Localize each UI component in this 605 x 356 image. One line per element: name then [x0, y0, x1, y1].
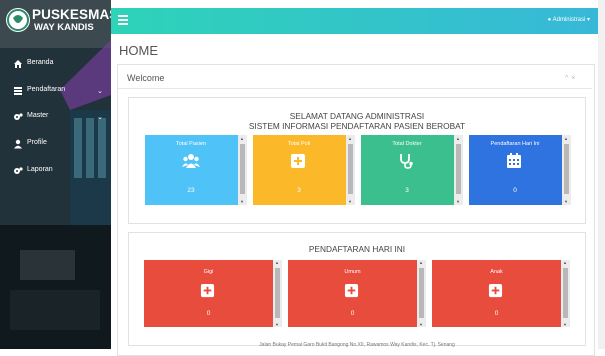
welcome-subheading: SISTEM INFORMASI PENDAFTARAN PASIEN BERO…: [248, 121, 466, 131]
stat-tile-pendaftaran-hari-ini[interactable]: Pendaftaran Hari Ini 0 ▲ ▼: [469, 135, 571, 205]
sidebar-item-pendaftaran[interactable]: Pendaftaran ⌄: [0, 81, 111, 103]
calendar-icon: [507, 153, 521, 168]
gears-icon: [14, 167, 23, 174]
user-icon: ●: [547, 17, 552, 23]
footer-address: Jalan Bukay Pemai Garo Bukit Bangong No.…: [259, 342, 455, 348]
today-tile-anak[interactable]: Anak 0 ▲ ▼: [432, 260, 570, 327]
home-icon: [14, 60, 22, 68]
sidebar-item-beranda[interactable]: Beranda: [0, 54, 111, 76]
today-heading: PENDAFTARAN HARI INI: [308, 244, 406, 254]
panel-controls: ^×: [565, 75, 578, 82]
sidebar-item-profile[interactable]: Profile: [0, 134, 111, 156]
chevron-down-icon: ⌄: [97, 88, 103, 95]
today-tile-umum[interactable]: Umum 0 ▲ ▼: [288, 260, 426, 327]
stat-tile-total-poli[interactable]: Total Poli 3 ▲ ▼: [253, 135, 355, 205]
welcome-heading: SELAMAT DATANG ADMINISTRASI: [289, 111, 425, 121]
close-icon[interactable]: ×: [571, 75, 578, 82]
stat-value: 0: [513, 187, 517, 194]
users-icon: [182, 154, 200, 168]
user-menu-label: Administrasi: [552, 17, 586, 23]
list-icon: [14, 87, 22, 95]
logo-emblem-icon: [6, 8, 30, 32]
stat-tile-total-pasien[interactable]: Total Pasien 23 ▲ ▼: [145, 135, 247, 205]
sidebar-item-label: Profile: [27, 139, 47, 146]
sidebar-item-label: Laporan: [27, 166, 53, 173]
page-title: HOME: [119, 43, 158, 58]
logo-subtitle: WAY KANDIS: [34, 22, 94, 33]
stat-title: Total Poli: [287, 141, 311, 147]
plus-square-icon: [291, 154, 305, 168]
panel-title: Welcome: [127, 73, 165, 83]
tile-scrollbar[interactable]: ▲ ▼: [417, 260, 426, 327]
tile-scrollbar[interactable]: ▲ ▼: [562, 135, 571, 205]
sidebar-item-master[interactable]: Master ⌄: [0, 107, 111, 129]
user-icon: [14, 139, 22, 149]
divider: [118, 88, 592, 89]
stat-title: Total Pasien: [176, 141, 206, 147]
page-scrollbar[interactable]: [598, 0, 605, 349]
plus-square-icon: [200, 283, 215, 298]
gears-icon: [14, 113, 23, 120]
today-title: Anak: [490, 269, 503, 275]
today-value: 0: [350, 310, 355, 317]
tile-scrollbar[interactable]: ▲ ▼: [454, 135, 463, 205]
caret-down-icon: ▾: [586, 17, 590, 23]
plus-square-icon: [488, 283, 503, 298]
stat-title: Pendaftaran Hari Ini: [490, 141, 540, 147]
stat-title: Total Dokter: [392, 141, 422, 147]
tile-scrollbar[interactable]: ▲ ▼: [561, 260, 570, 327]
top-navbar: ● Administrasi ▾: [111, 8, 598, 34]
tile-scrollbar[interactable]: ▲ ▼: [273, 260, 282, 327]
sidebar-item-laporan[interactable]: Laporan: [0, 161, 111, 183]
stat-tile-total-dokter[interactable]: Total Dokter 3 ▲ ▼: [361, 135, 463, 205]
stat-value: 3: [405, 187, 409, 194]
sidebar-item-label: Pendaftaran: [27, 86, 66, 93]
stethoscope-icon: [400, 154, 413, 169]
plus-square-icon: [344, 283, 359, 298]
today-title: Umum: [344, 269, 361, 275]
stat-value: 23: [187, 187, 195, 194]
today-value: 0: [206, 310, 211, 317]
chevron-down-icon: ⌄: [97, 114, 103, 121]
hamburger-icon[interactable]: [118, 15, 128, 25]
today-title: Gigi: [203, 269, 214, 275]
today-tile-gigi[interactable]: Gigi 0 ▲ ▼: [144, 260, 282, 327]
user-menu[interactable]: ● Administrasi ▾: [548, 16, 590, 23]
tile-scrollbar[interactable]: ▲ ▼: [346, 135, 355, 205]
logo-title: PUSKESMAS: [32, 7, 111, 22]
logo[interactable]: PUSKESMAS WAY KANDIS: [6, 6, 111, 36]
tile-scrollbar[interactable]: ▲ ▼: [238, 135, 247, 205]
sidebar-item-label: Beranda: [27, 59, 54, 66]
today-value: 0: [494, 310, 499, 317]
stat-value: 3: [297, 187, 301, 194]
sidebar: PUSKESMAS WAY KANDIS Beranda Pendaftaran…: [0, 0, 111, 349]
sidebar-item-label: Master: [27, 112, 49, 119]
